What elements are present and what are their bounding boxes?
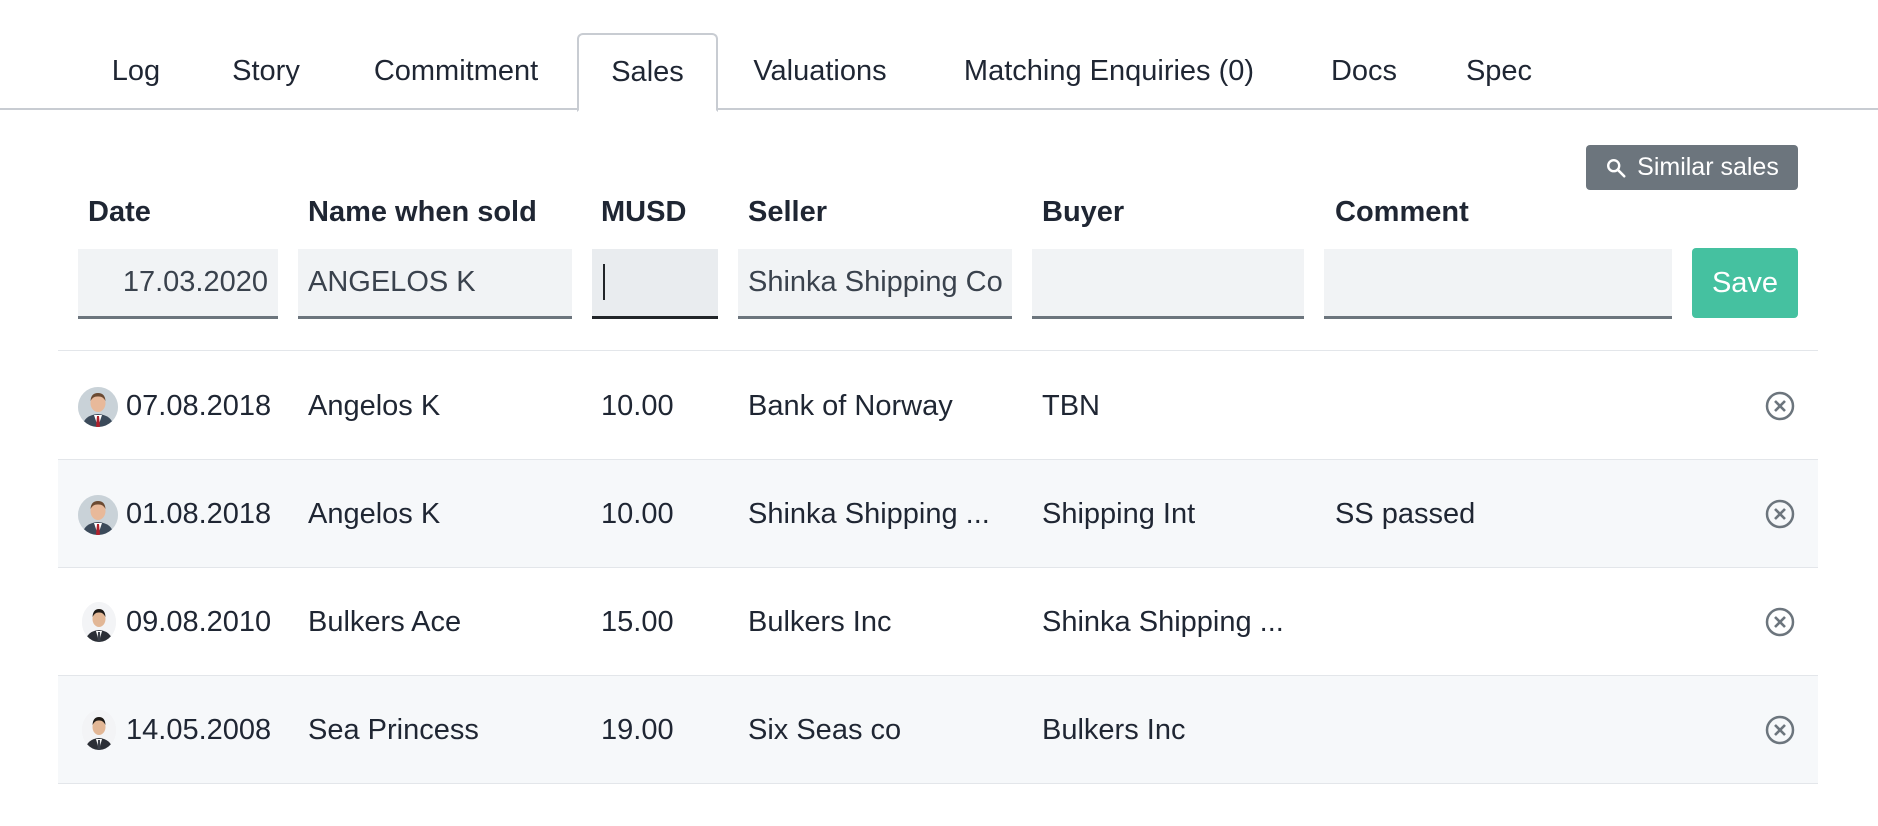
table-row[interactable]: 07.08.2018 Angelos K 10.00 Bank of Norwa… (58, 352, 1818, 460)
column-header-musd: MUSD (601, 196, 687, 228)
tab-story[interactable]: Story (210, 33, 322, 111)
row-musd: 10.00 (601, 390, 674, 422)
row-seller: Shinka Shipping ... (748, 498, 990, 530)
row-buyer: TBN (1042, 390, 1100, 422)
row-date: 07.08.2018 (126, 390, 272, 422)
row-name: Bulkers Ace (308, 606, 462, 638)
avatar (78, 387, 118, 427)
tab-commitment[interactable]: Commitment (354, 33, 558, 111)
search-icon (1607, 158, 1626, 178)
row-date: 01.08.2018 (126, 498, 272, 530)
avatar (82, 710, 116, 750)
tab-spec[interactable]: Spec (1458, 33, 1540, 111)
column-header-seller: Seller (748, 196, 827, 228)
row-buyer: Shinka Shipping ... (1042, 606, 1284, 638)
column-header-name: Name when sold (308, 196, 537, 228)
date-input[interactable] (78, 249, 278, 319)
remove-icon[interactable] (1764, 390, 1796, 422)
column-header-date: Date (88, 196, 151, 228)
row-seller: Bank of Norway (748, 390, 953, 422)
column-header-comment: Comment (1335, 196, 1469, 228)
remove-icon[interactable] (1764, 606, 1796, 638)
avatar (78, 495, 118, 535)
row-musd: 10.00 (601, 498, 674, 530)
similar-sales-button[interactable]: Similar sales (1586, 145, 1798, 190)
row-buyer: Shipping Int (1042, 498, 1196, 530)
remove-icon[interactable] (1764, 714, 1796, 746)
buyer-input[interactable] (1032, 249, 1304, 319)
row-date: 14.05.2008 (126, 714, 272, 746)
tab-docs[interactable]: Docs (1320, 33, 1408, 111)
row-date: 09.08.2010 (126, 606, 272, 638)
table-row[interactable]: 09.08.2010 Bulkers Ace 15.00 Bulkers Inc… (58, 568, 1818, 676)
table-row[interactable]: 14.05.2008 Sea Princess 19.00 Six Seas c… (58, 676, 1818, 784)
save-button[interactable]: Save (1692, 248, 1798, 318)
seller-input[interactable] (738, 249, 1012, 319)
name-input[interactable] (298, 249, 572, 319)
avatar (82, 602, 116, 642)
tab-sales[interactable]: Sales (577, 33, 718, 112)
row-musd: 19.00 (601, 714, 674, 746)
row-name: Sea Princess (308, 714, 479, 746)
row-name: Angelos K (308, 390, 441, 422)
row-seller: Bulkers Inc (748, 606, 892, 638)
tab-matching-enquiries[interactable]: Matching Enquiries (0) (948, 33, 1270, 111)
similar-sales-label: Similar sales (1637, 153, 1779, 181)
row-musd: 15.00 (601, 606, 674, 638)
comment-input[interactable] (1324, 249, 1672, 319)
tab-log[interactable]: Log (92, 33, 180, 111)
tab-valuations[interactable]: Valuations (740, 33, 900, 111)
row-name: Angelos K (308, 498, 441, 530)
remove-icon[interactable] (1764, 498, 1796, 530)
column-header-buyer: Buyer (1042, 196, 1125, 228)
row-buyer: Bulkers Inc (1042, 714, 1186, 746)
form-divider (58, 350, 1818, 351)
musd-input[interactable] (592, 249, 718, 319)
table-row[interactable]: 01.08.2018 Angelos K 10.00 Shinka Shippi… (58, 460, 1818, 568)
row-seller: Six Seas co (748, 714, 902, 746)
text-caret (603, 264, 605, 300)
row-comment: SS passed (1335, 498, 1476, 530)
tab-bar: Log Story Commitment Sales Valuations Ma… (0, 0, 1878, 112)
